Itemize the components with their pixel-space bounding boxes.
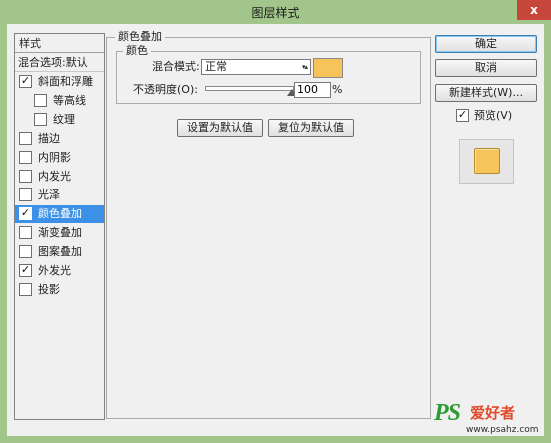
set-default-button[interactable]: 设置为默认值 [177, 119, 263, 137]
opacity-unit: % [332, 83, 343, 96]
layer-style-dialog: 样式 混合选项:默认 ✓ 斜面和浮雕等高线纹理描边内阴影内发光光泽 ✓ 颜色叠加渐变叠… [7, 24, 544, 436]
close-button[interactable]: x [517, 0, 551, 20]
overlay-color-swatch[interactable] [313, 58, 343, 78]
window-title: 图层样式 [251, 6, 300, 20]
style-item-label: 纹理 [53, 113, 75, 126]
style-list-header[interactable]: 样式 [15, 34, 104, 53]
opacity-slider-track[interactable] [205, 86, 294, 91]
watermark-url: www.psahz.com [466, 425, 539, 435]
opacity-input[interactable] [294, 82, 331, 98]
style-item-label: 投影 [38, 283, 60, 296]
color-overlay-panel: 颜色叠加 颜色 混合模式: 正常 ▾▴ 不透明度(O): % 设置为默认值 复位… [106, 31, 431, 419]
color-overlay-title: 颜色叠加 [115, 31, 165, 43]
checkmark-icon[interactable]: ✓ [456, 108, 469, 122]
checkmark-icon[interactable]: ✓ [19, 74, 32, 88]
checkmark-icon[interactable] [19, 169, 32, 183]
blend-mode-select[interactable]: 正常 ▾▴ [201, 59, 311, 75]
style-item[interactable]: ✓ 斜面和浮雕 [15, 73, 104, 91]
style-item[interactable]: ✓ 外发光 [15, 262, 104, 280]
checkmark-icon[interactable] [19, 225, 32, 239]
chevron-down-icon: ▾▴ [301, 63, 308, 71]
color-group: 颜色 混合模式: 正常 ▾▴ 不透明度(O): % [116, 45, 421, 104]
style-item-label: 内发光 [38, 170, 71, 183]
watermark-text: 爱好者 [470, 404, 516, 422]
style-item[interactable]: ✓ 颜色叠加 [15, 205, 104, 223]
checkmark-icon[interactable]: ✓ [19, 206, 32, 220]
title-bar: 图层样式 x [0, 0, 551, 24]
blend-mode-label: 混合模式: [152, 60, 200, 73]
style-item[interactable]: 光泽 [15, 186, 104, 204]
preview-label: 预览(V) [474, 109, 513, 122]
checkmark-icon[interactable] [34, 112, 47, 126]
style-item-label: 外发光 [38, 264, 71, 277]
preview-checkbox[interactable]: ✓ 预览(V) [456, 108, 513, 123]
style-item[interactable]: 内阴影 [15, 149, 104, 167]
style-item-label: 光泽 [38, 188, 60, 201]
watermark-logo: PS [434, 400, 461, 426]
style-item[interactable]: 等高线 [15, 92, 104, 110]
preview-swatch [474, 148, 500, 174]
style-item-label: 颜色叠加 [38, 207, 82, 220]
close-icon: x [530, 3, 538, 17]
blend-options-item[interactable]: 混合选项:默认 [15, 54, 104, 72]
opacity-label: 不透明度(O): [133, 83, 198, 96]
ok-button[interactable]: 确定 [435, 35, 537, 53]
style-item[interactable]: 纹理 [15, 111, 104, 129]
style-item[interactable]: 内发光 [15, 168, 104, 186]
style-item[interactable]: 投影 [15, 281, 104, 299]
checkmark-icon[interactable]: ✓ [19, 263, 32, 277]
style-item-label: 图案叠加 [38, 245, 82, 258]
checkmark-icon[interactable] [34, 93, 47, 107]
cancel-button[interactable]: 取消 [435, 59, 537, 77]
style-item[interactable]: 图案叠加 [15, 243, 104, 261]
style-item[interactable]: 描边 [15, 130, 104, 148]
style-list: 样式 混合选项:默认 ✓ 斜面和浮雕等高线纹理描边内阴影内发光光泽 ✓ 颜色叠加渐变叠… [14, 33, 105, 420]
style-item-label: 描边 [38, 132, 60, 145]
preview-thumbnail [459, 139, 514, 184]
style-item-label: 斜面和浮雕 [38, 75, 93, 88]
checkmark-icon[interactable] [19, 187, 32, 201]
checkmark-icon[interactable] [19, 131, 32, 145]
color-group-title: 颜色 [123, 45, 151, 57]
style-item-label: 内阴影 [38, 151, 71, 164]
checkmark-icon[interactable] [19, 282, 32, 296]
checkmark-icon[interactable] [19, 244, 32, 258]
style-item[interactable]: 渐变叠加 [15, 224, 104, 242]
style-item-label: 等高线 [53, 94, 86, 107]
style-item-label: 渐变叠加 [38, 226, 82, 239]
reset-default-button[interactable]: 复位为默认值 [268, 119, 354, 137]
blend-mode-value: 正常 [205, 60, 227, 73]
checkmark-icon[interactable] [19, 150, 32, 164]
new-style-button[interactable]: 新建样式(W)... [435, 84, 537, 102]
